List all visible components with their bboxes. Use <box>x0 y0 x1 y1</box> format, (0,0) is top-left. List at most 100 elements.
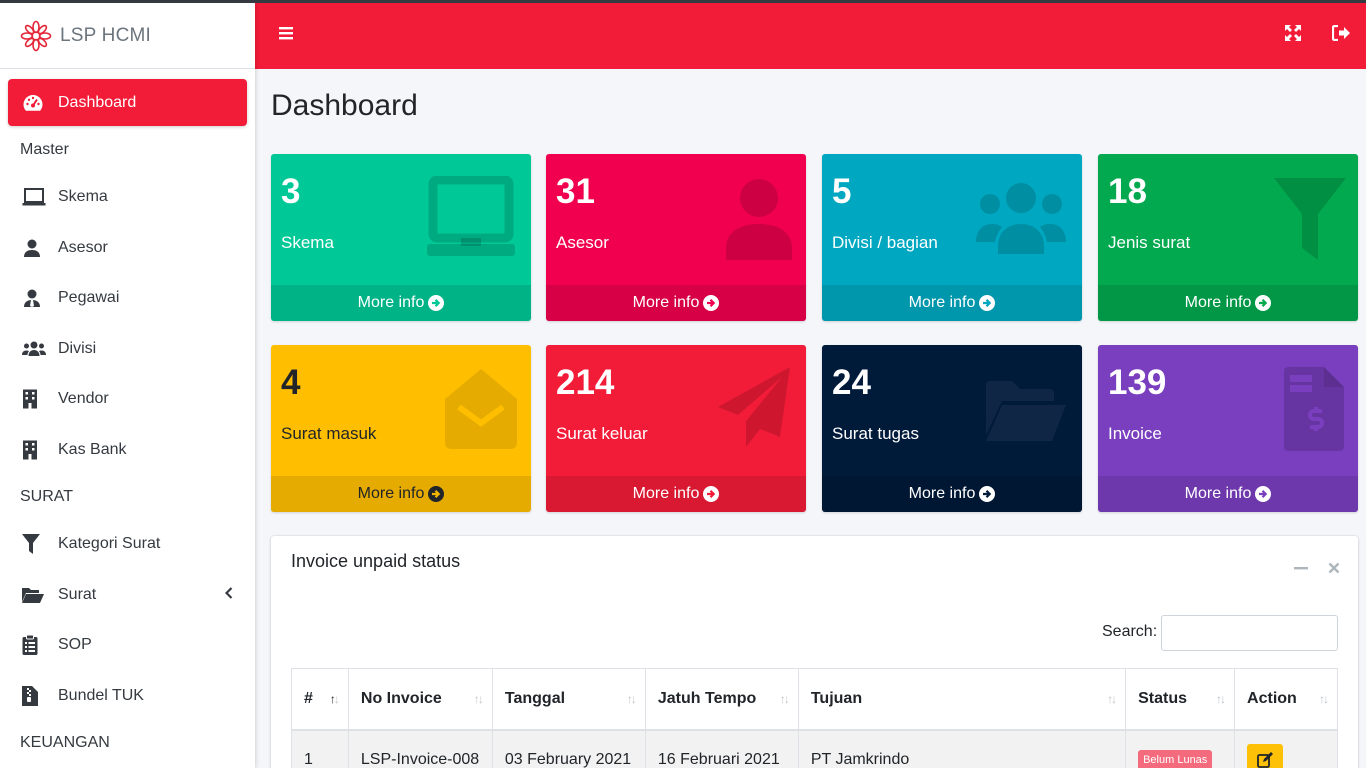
sidebar-item-asesor[interactable]: Asesor <box>8 224 247 271</box>
brand[interactable]: LSP HCMI <box>0 3 255 69</box>
minus-icon[interactable] <box>1294 556 1308 577</box>
sidebar-item-label: Kas Bank <box>58 440 127 458</box>
column-header-no[interactable]: # ↑↓ <box>291 668 349 731</box>
more-info-link[interactable]: More info <box>271 285 531 321</box>
invoice-unpaid-card: Invoice unpaid status Search: # ↑↓ No In… <box>271 536 1358 768</box>
cell-action <box>1234 729 1338 768</box>
box-label: Asesor <box>556 233 609 252</box>
sort-icon: ↑↓ <box>1319 692 1329 706</box>
small-box-divisi: 5 Divisi / bagian More info <box>822 154 1082 321</box>
box-label: Surat tugas <box>832 424 919 443</box>
status-badge: Belum Lunas <box>1138 749 1213 768</box>
more-info-label: More info <box>357 485 425 502</box>
filter-icon <box>22 534 50 554</box>
sign-out-icon[interactable] <box>1331 24 1350 46</box>
tachometer-icon <box>22 93 50 113</box>
clipboard-list-icon <box>22 635 50 655</box>
nav-header-surat: SURAT <box>20 487 74 505</box>
box-value: 4 <box>281 363 301 402</box>
column-header-status[interactable]: Status ↑↓ <box>1125 668 1236 731</box>
more-info-label: More info <box>1184 485 1252 502</box>
small-box-surat-tugas: 24 Surat tugas More info <box>822 345 1082 512</box>
flower-logo-icon <box>20 20 52 51</box>
sidebar-item-label: Divisi <box>58 339 97 357</box>
folder-open-icon <box>986 379 1066 448</box>
box-value: 24 <box>832 363 871 402</box>
more-info-label: More info <box>1184 294 1252 311</box>
sort-icon: ↑↓ <box>779 692 790 706</box>
small-box-surat-keluar: 214 Surat keluar More info <box>546 345 806 512</box>
column-header-jatuh-tempo[interactable]: Jatuh Tempo ↑↓ <box>644 668 799 731</box>
expand-arrows-icon[interactable] <box>1285 25 1301 46</box>
sidebar-item-sop[interactable]: SOP <box>8 622 247 669</box>
sidebar-item-dashboard[interactable]: Dashboard <box>8 79 247 126</box>
sidebar-item-label: SOP <box>58 636 92 653</box>
more-info-label: More info <box>357 294 425 311</box>
sidebar-item-label: Vendor <box>58 390 109 407</box>
column-header-action[interactable]: Action ↑↓ <box>1234 668 1338 731</box>
box-label: Surat keluar <box>556 424 648 443</box>
sidebar-nav: Dashboard Master Skema Asesor Pegawai Di <box>0 69 255 763</box>
small-box-skema: 3 Skema More info <box>271 154 531 321</box>
column-header-tujuan[interactable]: Tujuan ↑↓ <box>797 668 1127 731</box>
more-info-link[interactable]: More info <box>546 476 806 512</box>
arrow-circle-right-icon <box>428 486 445 502</box>
user-icon <box>22 238 50 258</box>
sidebar-item-pegawai[interactable]: Pegawai <box>8 275 247 322</box>
more-info-link[interactable]: More info <box>546 285 806 321</box>
column-header-no-invoice[interactable]: No Invoice ↑↓ <box>347 668 493 731</box>
sidebar-item-vendor[interactable]: Vendor <box>8 376 247 423</box>
arrow-circle-right-icon <box>428 295 445 311</box>
file-archive-icon <box>22 685 50 706</box>
sidebar-item-bundel-tuk[interactable]: Bundel TUK <box>8 672 247 719</box>
more-info-label: More info <box>908 294 976 311</box>
edit-button[interactable] <box>1247 743 1284 768</box>
cell-invoice: LSP-Invoice-008 <box>347 729 493 768</box>
small-box-jenis-surat: 18 Jenis surat More info <box>1098 154 1358 321</box>
filter-icon <box>1274 178 1346 265</box>
search-input[interactable] <box>1161 615 1338 651</box>
file-invoice-dollar-icon <box>1284 367 1344 456</box>
more-info-link[interactable]: More info <box>1098 285 1358 321</box>
user-tie-icon <box>22 288 50 308</box>
card-title: Invoice unpaid status <box>291 551 461 571</box>
sidebar-item-label: Skema <box>58 188 108 205</box>
sidebar-item-label: Dashboard <box>58 93 137 111</box>
more-info-link[interactable]: More info <box>1098 476 1358 512</box>
table-row: 1 LSP-Invoice-008 03 February 2021 16 Fe… <box>291 729 1338 768</box>
sort-asc-icon: ↑↓ <box>329 692 340 706</box>
sidebar-item-label: Kategori Surat <box>58 535 161 552</box>
sidebar-item-skema[interactable]: Skema <box>8 174 247 221</box>
edit-icon <box>1257 751 1274 768</box>
sidebar-item-surat[interactable]: Surat <box>8 571 247 618</box>
more-info-link[interactable]: More info <box>271 476 531 512</box>
more-info-label: More info <box>632 294 700 311</box>
sort-icon: ↑↓ <box>1216 692 1226 706</box>
invoice-table: # ↑↓ No Invoice ↑↓ Tanggal ↑↓ Jatuh Temp… <box>291 668 1338 768</box>
arrow-circle-right-icon <box>979 295 996 311</box>
nav-header-keuangan: KEUANGAN <box>20 733 110 751</box>
sidebar-item-divisi[interactable]: Divisi <box>8 325 247 372</box>
laptop-icon <box>22 187 50 207</box>
users-icon <box>22 340 50 358</box>
building-icon <box>22 389 50 409</box>
building-icon <box>22 440 50 460</box>
box-value: 139 <box>1108 363 1167 402</box>
sidebar: LSP HCMI Dashboard Master Skema Asesor P… <box>0 3 255 768</box>
box-label: Jenis surat <box>1108 233 1191 252</box>
bars-icon[interactable] <box>279 25 293 46</box>
chevron-left-icon[interactable] <box>224 586 233 604</box>
sidebar-item-kategori-surat[interactable]: Kategori Surat <box>8 521 247 568</box>
page-title: Dashboard <box>271 89 418 122</box>
box-value: 31 <box>556 172 595 211</box>
search-label: Search: <box>1102 623 1158 640</box>
box-value: 214 <box>556 363 615 402</box>
sidebar-item-kas-bank[interactable]: Kas Bank <box>8 426 247 473</box>
more-info-link[interactable]: More info <box>822 285 1082 321</box>
column-header-tanggal[interactable]: Tanggal ↑↓ <box>491 668 646 731</box>
box-value: 3 <box>281 172 301 211</box>
close-icon[interactable] <box>1328 558 1340 579</box>
sidebar-item-label: Asesor <box>58 238 108 256</box>
arrow-circle-right-icon <box>703 486 720 502</box>
more-info-link[interactable]: More info <box>822 476 1082 512</box>
